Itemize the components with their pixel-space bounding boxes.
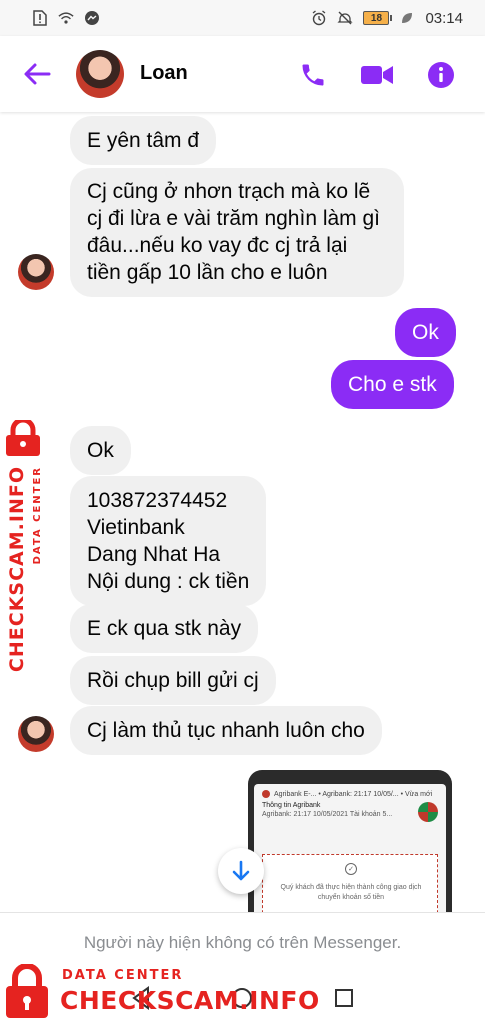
message-incoming[interactable]: E yên tâm đ <box>70 116 217 165</box>
receipt-top-line: Agribank E-... • Agribank: 21:17 10/05/.… <box>274 790 433 798</box>
status-bar: 18 03:14 <box>0 0 485 36</box>
contact-avatar-small[interactable] <box>18 254 54 290</box>
receipt-title: Thông tin Agribank <box>262 802 321 809</box>
contact-name[interactable]: Loan <box>140 62 188 85</box>
scroll-to-bottom-button[interactable] <box>218 848 264 894</box>
watermark-main-text: CHECKSCAM.INFO <box>60 986 320 1015</box>
square-recents-icon <box>335 989 354 1007</box>
message-incoming[interactable]: E ck qua stk này <box>70 604 259 653</box>
lock-icon <box>6 964 48 1018</box>
agribank-logo-icon <box>262 790 270 798</box>
receipt-image[interactable]: Agribank E-... • Agribank: 21:17 10/05/.… <box>248 770 452 912</box>
alarm-icon <box>311 10 327 26</box>
check-icon: ✓ <box>345 863 357 875</box>
watermark-sub-text: DATA CENTER <box>62 968 184 983</box>
info-button[interactable] <box>426 60 456 90</box>
video-call-button[interactable] <box>360 60 394 90</box>
message-incoming[interactable]: Cj làm thủ tục nhanh luôn cho <box>70 706 382 755</box>
receipt-card: ✓ Quý khách đã thực hiện thành công giao… <box>262 854 438 912</box>
messenger-notification-icon <box>84 10 100 26</box>
info-icon <box>428 62 454 88</box>
message-incoming[interactable]: Rồi chụp bill gửi cj <box>70 656 276 705</box>
watermark-main-text: CHECKSCAM.INFO <box>6 466 28 673</box>
message-outgoing[interactable]: Ok <box>395 308 456 357</box>
watermark-sub-text: DATA CENTER <box>32 466 43 565</box>
phone-icon <box>302 64 324 86</box>
back-button[interactable] <box>22 60 52 88</box>
watermark-bottom: DATA CENTER CHECKSCAM.INFO <box>4 962 319 1022</box>
nav-recents-button[interactable] <box>330 984 358 1012</box>
wifi-icon <box>58 10 74 26</box>
back-arrow-icon <box>24 63 51 85</box>
message-incoming[interactable]: Cj cũng ở nhơn trạch mà ko lẽ cj đi lừa … <box>70 168 404 297</box>
agribank-emblem-icon <box>418 802 438 822</box>
conversation-header: Loan <box>0 36 485 112</box>
watermark-side: CHECKSCAM.INFO DATA CENTER <box>2 420 54 672</box>
message-incoming[interactable]: 103872374452 Vietinbank Dang Nhat Ha Nội… <box>70 476 267 606</box>
mute-icon <box>337 10 354 26</box>
contact-avatar[interactable] <box>76 50 124 98</box>
receipt-card-text: Quý khách đã thực hiện thành công giao d… <box>280 884 422 901</box>
battery-icon: 18 <box>363 11 393 25</box>
arrow-down-icon <box>232 860 250 881</box>
voice-call-button[interactable] <box>298 60 328 90</box>
sim-alert-icon <box>32 10 48 26</box>
receipt-notification: Agribank E-... • Agribank: 21:17 10/05/.… <box>254 784 446 912</box>
status-time: 03:14 <box>425 9 463 27</box>
message-outgoing[interactable]: Cho e stk <box>331 360 454 409</box>
video-camera-icon <box>361 66 393 84</box>
leaf-icon <box>399 10 415 26</box>
message-incoming[interactable]: Ok <box>70 426 131 475</box>
lock-icon <box>6 420 40 456</box>
contact-avatar-small[interactable] <box>18 716 54 752</box>
message-thread[interactable]: E yên tâm đ Cj cũng ở nhơn trạch mà ko l… <box>0 112 485 912</box>
